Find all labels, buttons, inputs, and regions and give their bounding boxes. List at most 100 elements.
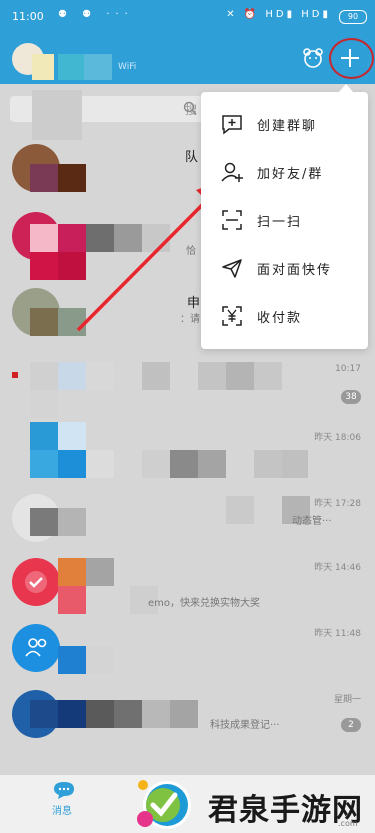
blurred-block	[86, 362, 114, 390]
watermark-domain: .com	[338, 819, 358, 828]
blurred-block	[30, 308, 58, 336]
blurred-block	[30, 390, 58, 418]
yuan-icon	[222, 306, 242, 326]
blurred-block	[282, 450, 308, 478]
chat-preview: 动态管···	[292, 516, 332, 527]
check-badge-icon	[25, 571, 47, 593]
bear-icon[interactable]	[302, 47, 324, 69]
blurred-block	[142, 450, 170, 478]
blurred-block	[30, 252, 58, 280]
notification-icons: ⚉ ⚉ ···	[58, 9, 134, 20]
menu-item-label: 加好友/群	[257, 167, 324, 182]
chat-row[interactable]: 10:17 38	[0, 354, 375, 420]
tab-messages[interactable]: 消息	[48, 780, 80, 820]
battery-icon: 90	[339, 10, 367, 24]
blurred-block	[58, 586, 86, 614]
blurred-block	[86, 224, 114, 252]
blurred-block	[58, 450, 86, 478]
blurred-block	[142, 224, 170, 252]
blurred-block	[58, 646, 86, 674]
blurred-block	[86, 558, 114, 586]
blurred-block	[226, 362, 254, 390]
blurred-block	[30, 450, 58, 478]
blurred-block	[226, 496, 254, 524]
chat-row[interactable]: 昨天 17:28 动态管···	[0, 486, 375, 552]
network-label: WiFi	[118, 62, 137, 72]
blurred-block	[114, 224, 142, 252]
chat-time: 昨天 11:48	[314, 629, 361, 639]
chat-row[interactable]: 昨天 18:06	[0, 420, 375, 486]
watermark: 君泉手游网 .com	[120, 773, 375, 833]
blurred-block	[32, 90, 82, 140]
chat-row[interactable]: 昨天 14:46 emo，快来兑换实物大奖	[0, 550, 375, 616]
blurred-block	[58, 54, 84, 80]
status-time: 11:00	[12, 10, 44, 23]
chat-time: 10:17	[335, 364, 361, 374]
chat-time: 昨天 17:28	[314, 499, 361, 509]
chat-preview: ：请	[180, 314, 200, 325]
blurred-block	[84, 54, 112, 80]
blurred-block	[30, 508, 58, 536]
add-friend-icon	[221, 162, 243, 182]
blurred-block	[30, 700, 58, 728]
blurred-block	[170, 450, 198, 478]
blurred-block	[58, 252, 86, 280]
blurred-block	[30, 422, 58, 450]
menu-item-label: 创建群聊	[257, 119, 318, 134]
menu-item-create-group[interactable]: 创建群聊	[201, 100, 368, 148]
blurred-block	[142, 362, 170, 390]
menu-item-payment[interactable]: 收付款	[201, 292, 368, 340]
unread-badge: 2	[341, 718, 361, 732]
app-header: WiFi	[0, 34, 375, 84]
send-icon	[222, 259, 242, 278]
menu-item-add-friend[interactable]: 加好友/群	[201, 148, 368, 196]
chat-preview: 恰	[186, 246, 196, 257]
chat-time: 昨天 14:46	[314, 563, 361, 573]
scan-icon	[222, 210, 242, 230]
blurred-block	[32, 54, 54, 80]
blurred-block	[198, 450, 226, 478]
tab-messages-label: 消息	[52, 806, 72, 817]
blurred-block	[198, 362, 226, 390]
blurred-block	[12, 372, 18, 378]
blurred-block	[86, 700, 114, 728]
chat-row[interactable]: 昨天 11:48	[0, 616, 375, 682]
dropdown-caret	[338, 84, 354, 93]
blurred-block	[58, 422, 86, 450]
menu-item-label: 收付款	[257, 311, 303, 326]
blurred-block	[86, 646, 114, 674]
blurred-block	[142, 700, 170, 728]
group-icon	[25, 638, 47, 657]
blurred-block	[58, 700, 86, 728]
highlight-ring	[329, 38, 374, 79]
menu-item-scan[interactable]: 扫一扫	[201, 196, 368, 244]
blurred-block	[58, 224, 86, 252]
search-icon	[183, 101, 197, 115]
menu-item-label: 扫一扫	[257, 215, 303, 230]
blurred-block	[86, 450, 114, 478]
blurred-block	[30, 362, 58, 390]
blurred-block	[30, 224, 58, 252]
unread-badge: 38	[341, 390, 361, 404]
blurred-block	[170, 700, 198, 728]
blurred-block	[254, 450, 282, 478]
menu-item-face-to-face[interactable]: 面对面快传	[201, 244, 368, 292]
blurred-block	[58, 508, 86, 536]
chat-preview: 科技成果登记···	[210, 720, 280, 731]
chat-preview: emo，快来兑换实物大奖	[148, 598, 261, 609]
system-icons: ✕ ⏰ HD▮ HD▮	[226, 9, 331, 20]
blurred-block	[58, 362, 86, 390]
chat-time: 昨天 18:06	[314, 433, 361, 443]
blurred-block	[58, 164, 86, 192]
blurred-block	[254, 362, 282, 390]
watermark-logo-icon	[137, 780, 191, 829]
status-bar: 11:00 ⚉ ⚉ ··· ✕ ⏰ HD▮ HD▮ 90	[0, 0, 375, 34]
plus-dropdown-menu: 创建群聊 加好友/群 扫一扫 面对面快传 收付款	[201, 84, 368, 349]
blurred-block	[58, 308, 86, 336]
chat-name: 队	[185, 150, 199, 165]
blurred-block	[30, 164, 58, 192]
menu-item-label: 面对面快传	[257, 263, 333, 278]
blurred-block	[114, 700, 142, 728]
chat-row[interactable]: 星期一 科技成果登记··· 2	[0, 682, 375, 748]
chat-time: 星期一	[333, 695, 361, 705]
